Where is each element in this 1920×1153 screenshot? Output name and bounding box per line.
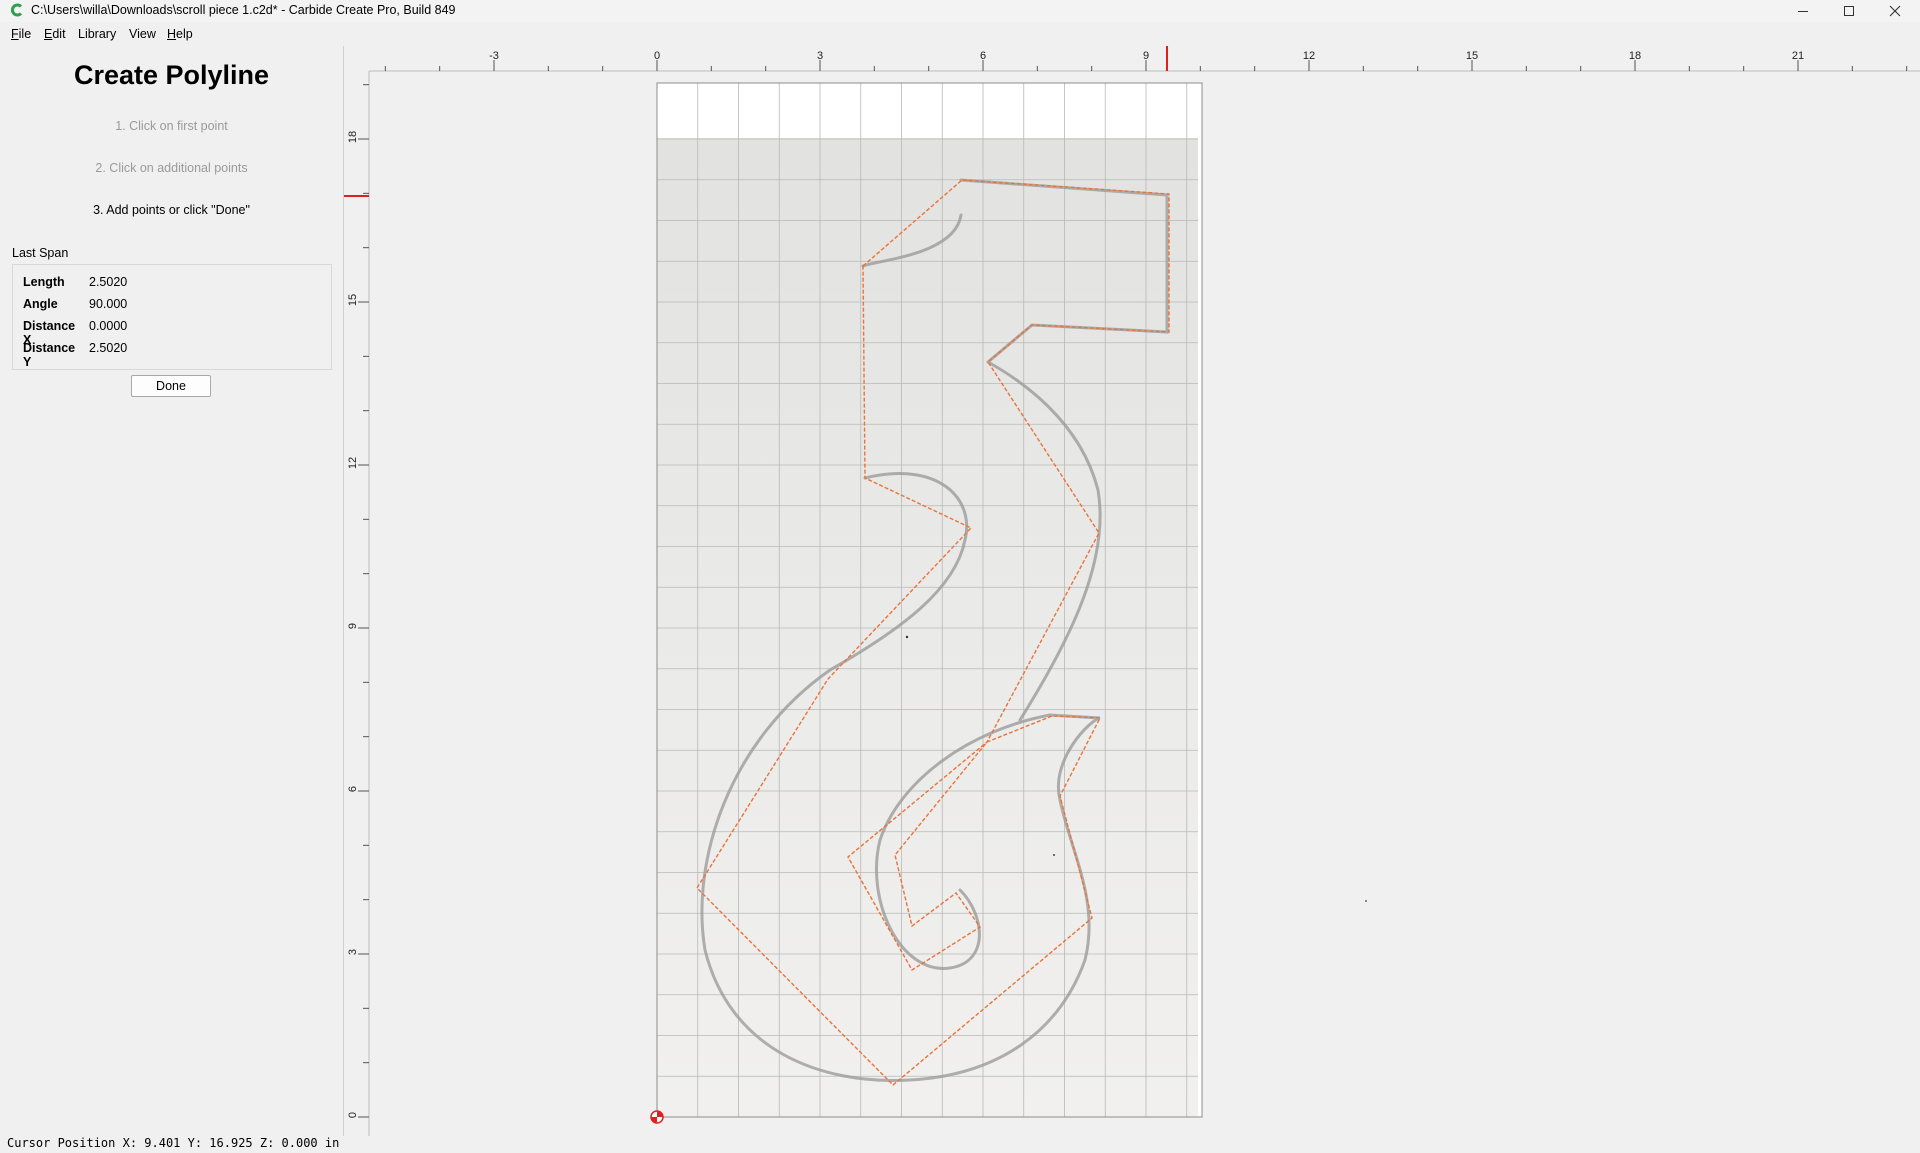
horizontal-ruler <box>344 46 1920 71</box>
last-span-box: Length 2.5020 Angle 90.000 Distance X 0.… <box>12 264 332 370</box>
ruler-x-label: 6 <box>980 50 986 62</box>
span-value: 90.000 <box>89 297 128 311</box>
ruler-x-label: 9 <box>1143 50 1149 62</box>
close-icon <box>1889 5 1901 17</box>
title-bar: C:\Users\willa\Downloads\scroll piece 1.… <box>0 0 1920 22</box>
last-span-label: Last Span <box>12 246 69 260</box>
ruler-x-label: 12 <box>1303 50 1315 62</box>
ruler-x-label: 3 <box>817 50 823 62</box>
vertical-ruler <box>344 46 369 1136</box>
span-value: 2.5020 <box>89 275 128 289</box>
span-key: Distance Y <box>23 341 76 369</box>
ruler-y-label: 12 <box>347 457 359 469</box>
step-3-text: 3. Add points or click "Done" <box>93 203 250 217</box>
cursor-position-text: Cursor Position X: 9.401 Y: 16.925 Z: 0.… <box>7 1136 340 1150</box>
span-key: Length <box>23 275 65 289</box>
window-title: C:\Users\willa\Downloads\scroll piece 1.… <box>31 3 456 17</box>
minimize-button[interactable] <box>1780 0 1826 22</box>
tool-panel: Create Polyline 1. Click on first point … <box>0 46 344 1136</box>
ruler-x-label: -3 <box>489 50 499 62</box>
maximize-icon <box>1844 6 1854 16</box>
minimize-icon <box>1798 11 1808 12</box>
span-key: Angle <box>23 297 58 311</box>
step-1-text: 1. Click on first point <box>115 119 228 133</box>
menu-library[interactable]: Library <box>78 27 116 41</box>
maximize-button[interactable] <box>1826 0 1872 22</box>
ruler-y-label: 18 <box>347 131 359 143</box>
ruler-x-label: 21 <box>1792 50 1804 62</box>
step-2-text: 2. Click on additional points <box>95 161 248 175</box>
ruler-x-label: 18 <box>1629 50 1641 62</box>
ruler-y-label: 15 <box>347 294 359 306</box>
ruler-y-label: 0 <box>347 1112 359 1118</box>
ruler-x-label: 0 <box>654 50 660 62</box>
span-value: 2.5020 <box>89 341 128 355</box>
menu-view[interactable]: View <box>129 27 156 41</box>
carbide-logo-icon <box>11 3 23 17</box>
ruler-x-label: 15 <box>1466 50 1478 62</box>
origin-icon <box>650 1110 664 1124</box>
done-button[interactable]: Done <box>131 375 211 397</box>
close-button[interactable] <box>1872 0 1918 22</box>
menu-help[interactable]: Help <box>167 27 193 41</box>
ruler-y-label: 3 <box>347 949 359 955</box>
menu-file[interactable]: File <box>11 27 31 41</box>
status-bar: Cursor Position X: 9.401 Y: 16.925 Z: 0.… <box>0 1136 1920 1153</box>
menu-bar: File Edit Library View Help <box>0 24 1920 46</box>
menu-edit[interactable]: Edit <box>44 27 66 41</box>
ruler-y-label: 6 <box>347 786 359 792</box>
canvas-area[interactable]: -3 0 3 6 9 12 15 18 21 18 15 12 9 6 3 0 <box>344 46 1920 1136</box>
span-value: 0.0000 <box>89 319 128 333</box>
panel-title: Create Polyline <box>73 60 270 90</box>
ruler-y-label: 9 <box>347 623 359 629</box>
design-canvas[interactable]: -3 0 3 6 9 12 15 18 21 18 15 12 9 6 3 0 <box>344 46 1920 1136</box>
